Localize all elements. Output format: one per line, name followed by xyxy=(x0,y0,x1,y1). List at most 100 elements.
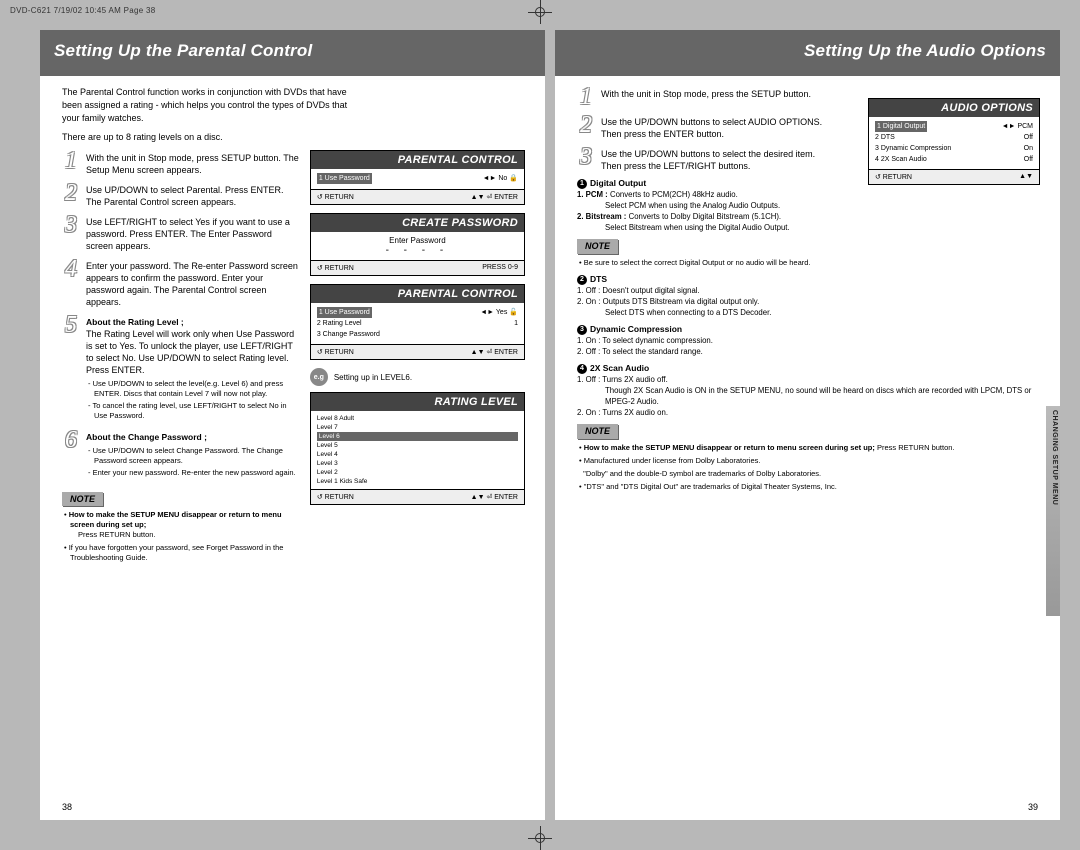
step-body: About the Rating Level ; The Rating Leve… xyxy=(86,314,300,423)
note-text: • "DTS" and "DTS Digital Out" are tradem… xyxy=(577,482,1040,492)
osd-row: 3 Change Password xyxy=(317,329,380,340)
osd-title: AUDIO OPTIONS xyxy=(869,99,1039,117)
detail-section: 1Digital Output 1. PCM : Converts to PCM… xyxy=(577,178,1040,492)
note-label: NOTE xyxy=(577,239,618,254)
note-bold: How to make the SETUP MENU disappear or … xyxy=(584,443,875,452)
step-body: Use UP/DOWN to select Parental. Press EN… xyxy=(86,182,300,208)
detail-text: Though 2X Scan Audio is ON in the SETUP … xyxy=(591,385,1040,407)
section-heading: Dynamic Compression xyxy=(590,324,682,334)
note-text: Press RETURN button. xyxy=(877,443,955,452)
note-text: • Manufactured under license from Dolby … xyxy=(577,456,1040,466)
sub-bullet: - Use UP/DOWN to select the level(e.g. L… xyxy=(86,379,300,399)
crop-mark-top xyxy=(528,0,552,24)
step-text: The Rating Level will work only when Use… xyxy=(86,329,294,375)
osd-value: ◄► Yes 🔓 xyxy=(480,307,518,318)
note-text: "Dolby" and the double-D symbol are trad… xyxy=(577,469,1040,479)
step-number: 1 xyxy=(62,150,80,176)
osd-list-item: Level 1 Kids Safe xyxy=(317,477,518,486)
page-left: Setting Up the Parental Control The Pare… xyxy=(40,30,545,820)
detail-text: 1. On : To select dynamic compression. xyxy=(577,335,1040,346)
step-number: 3 xyxy=(62,214,80,252)
sub-bullet: - Enter your new password. Re-enter the … xyxy=(86,468,300,478)
page-title: Setting Up the Audio Options xyxy=(555,30,1060,76)
section-bullet-icon: 4 xyxy=(577,364,587,374)
osd-prompt: Enter Password xyxy=(311,236,524,245)
osd-row: 4 2X Scan AudioOff xyxy=(875,154,1033,165)
step-body: Use the UP/DOWN buttons to select the de… xyxy=(601,146,835,172)
section-tab-label: CHANGING SETUP MENU xyxy=(1051,410,1058,505)
detail-text: Converts to PCM(2CH) 48kHz audio. xyxy=(610,190,738,199)
page-spread: Setting Up the Parental Control The Pare… xyxy=(40,30,1060,820)
osd-parental-control-2: PARENTAL CONTROL 1 Use Password ◄► Yes 🔓… xyxy=(310,284,525,360)
osd-list-item: Level 4 xyxy=(317,450,518,459)
detail-text: 1. Off : Doesn't output digital signal. xyxy=(577,285,1040,296)
step-body: About the Change Password ; - Use UP/DOW… xyxy=(86,429,300,480)
osd-foot-return: ↺ RETURN xyxy=(875,173,912,181)
osd-list-item: Level 7 xyxy=(317,423,518,432)
page-right: Setting Up the Audio Options 1 With the … xyxy=(555,30,1060,820)
detail-bold: 1. PCM : xyxy=(577,190,608,199)
osd-title: PARENTAL CONTROL xyxy=(311,285,524,303)
osd-foot-press: PRESS 0-9 xyxy=(482,264,518,272)
figures-column: PARENTAL CONTROL 1 Use Password ◄► No 🔒 … xyxy=(310,150,525,566)
osd-foot-enter: ▲▼ ⏎ ENTER xyxy=(471,348,518,356)
step-body: Use the UP/DOWN buttons to select AUDIO … xyxy=(601,114,835,140)
step-number: 2 xyxy=(577,114,595,140)
osd-list-item: Level 3 xyxy=(317,459,518,468)
step-subtitle: About the Rating Level ; xyxy=(86,317,184,327)
detail-bold: 2. Bitstream : xyxy=(577,212,626,221)
intro-text: The Parental Control function works in c… xyxy=(62,86,362,125)
note-list: • How to make the SETUP MENU disappear o… xyxy=(577,443,1040,492)
section-bullet-icon: 2 xyxy=(577,275,587,285)
section-bullet-icon: 1 xyxy=(577,179,587,189)
osd-parental-control: PARENTAL CONTROL 1 Use Password ◄► No 🔒 … xyxy=(310,150,525,205)
osd-row: 2 DTSOff xyxy=(875,132,1033,143)
example-row: e.g Setting up in LEVEL6. xyxy=(310,368,525,386)
osd-title: PARENTAL CONTROL xyxy=(311,151,524,169)
detail-text: Select Bitstream when using the Digital … xyxy=(591,222,1040,233)
step-number: 2 xyxy=(62,182,80,208)
detail-text: Select PCM when using the Analog Audio O… xyxy=(591,200,1040,211)
osd-rating-level: RATING LEVEL Level 8 AdultLevel 7Level 6… xyxy=(310,392,525,505)
crop-mark-bottom xyxy=(528,826,552,850)
osd-value: 1 xyxy=(514,318,518,329)
osd-foot-return: ↺ RETURN xyxy=(317,193,354,201)
step-body: Enter your password. The Re-enter Passwo… xyxy=(86,258,300,308)
note-text: • If you have forgotten your password, s… xyxy=(62,543,300,563)
print-header: DVD-C621 7/19/02 10:45 AM Page 38 xyxy=(10,6,156,15)
page-number: 38 xyxy=(62,802,72,812)
step-number: 1 xyxy=(577,86,595,108)
step-number: 4 xyxy=(62,258,80,308)
osd-foot-nav: ▲▼ xyxy=(1019,173,1033,181)
osd-list-item: Level 8 Adult xyxy=(317,414,518,423)
detail-text: 1. Off : Turns 2X audio off. xyxy=(577,375,668,384)
section-heading: Digital Output xyxy=(590,178,646,188)
step-number: 5 xyxy=(62,314,80,423)
osd-list-item: Level 5 xyxy=(317,441,518,450)
step-number: 6 xyxy=(62,429,80,480)
osd-row: 2 Rating Level xyxy=(317,318,362,329)
step-body: With the unit in Stop mode, press SETUP … xyxy=(86,150,300,176)
step-number: 3 xyxy=(577,146,595,172)
note-label: NOTE xyxy=(62,492,103,506)
detail-text: 2. Off : To select the standard range. xyxy=(577,346,1040,357)
step-body: With the unit in Stop mode, press the SE… xyxy=(601,86,811,108)
sub-bullet: - Use UP/DOWN to select Change Password.… xyxy=(86,446,300,466)
osd-list-item: Level 6 xyxy=(317,432,518,441)
osd-list-item: Level 2 xyxy=(317,468,518,477)
steps-column: 1 With the unit in Stop mode, press SETU… xyxy=(62,150,300,566)
osd-title: CREATE PASSWORD xyxy=(311,214,524,232)
sub-bullet: - To cancel the rating level, use LEFT/R… xyxy=(86,401,300,421)
osd-value: ◄► No 🔒 xyxy=(483,173,518,184)
osd-foot-return: ↺ RETURN xyxy=(317,348,354,356)
example-text: Setting up in LEVEL6. xyxy=(334,373,412,382)
osd-foot-return: ↺ RETURN xyxy=(317,493,354,501)
osd-audio-options: AUDIO OPTIONS 1 Digital Output◄► PCM2 DT… xyxy=(868,98,1040,185)
osd-row: 1 Use Password xyxy=(317,173,372,184)
osd-create-password: CREATE PASSWORD Enter Password - - - - ↺… xyxy=(310,213,525,276)
section-heading: DTS xyxy=(590,274,607,284)
section-heading: 2X Scan Audio xyxy=(590,363,649,373)
osd-row: 1 Digital Output◄► PCM xyxy=(875,121,1033,132)
note-bold: How to make the SETUP MENU disappear or … xyxy=(69,510,282,529)
note-label: NOTE xyxy=(577,424,618,439)
